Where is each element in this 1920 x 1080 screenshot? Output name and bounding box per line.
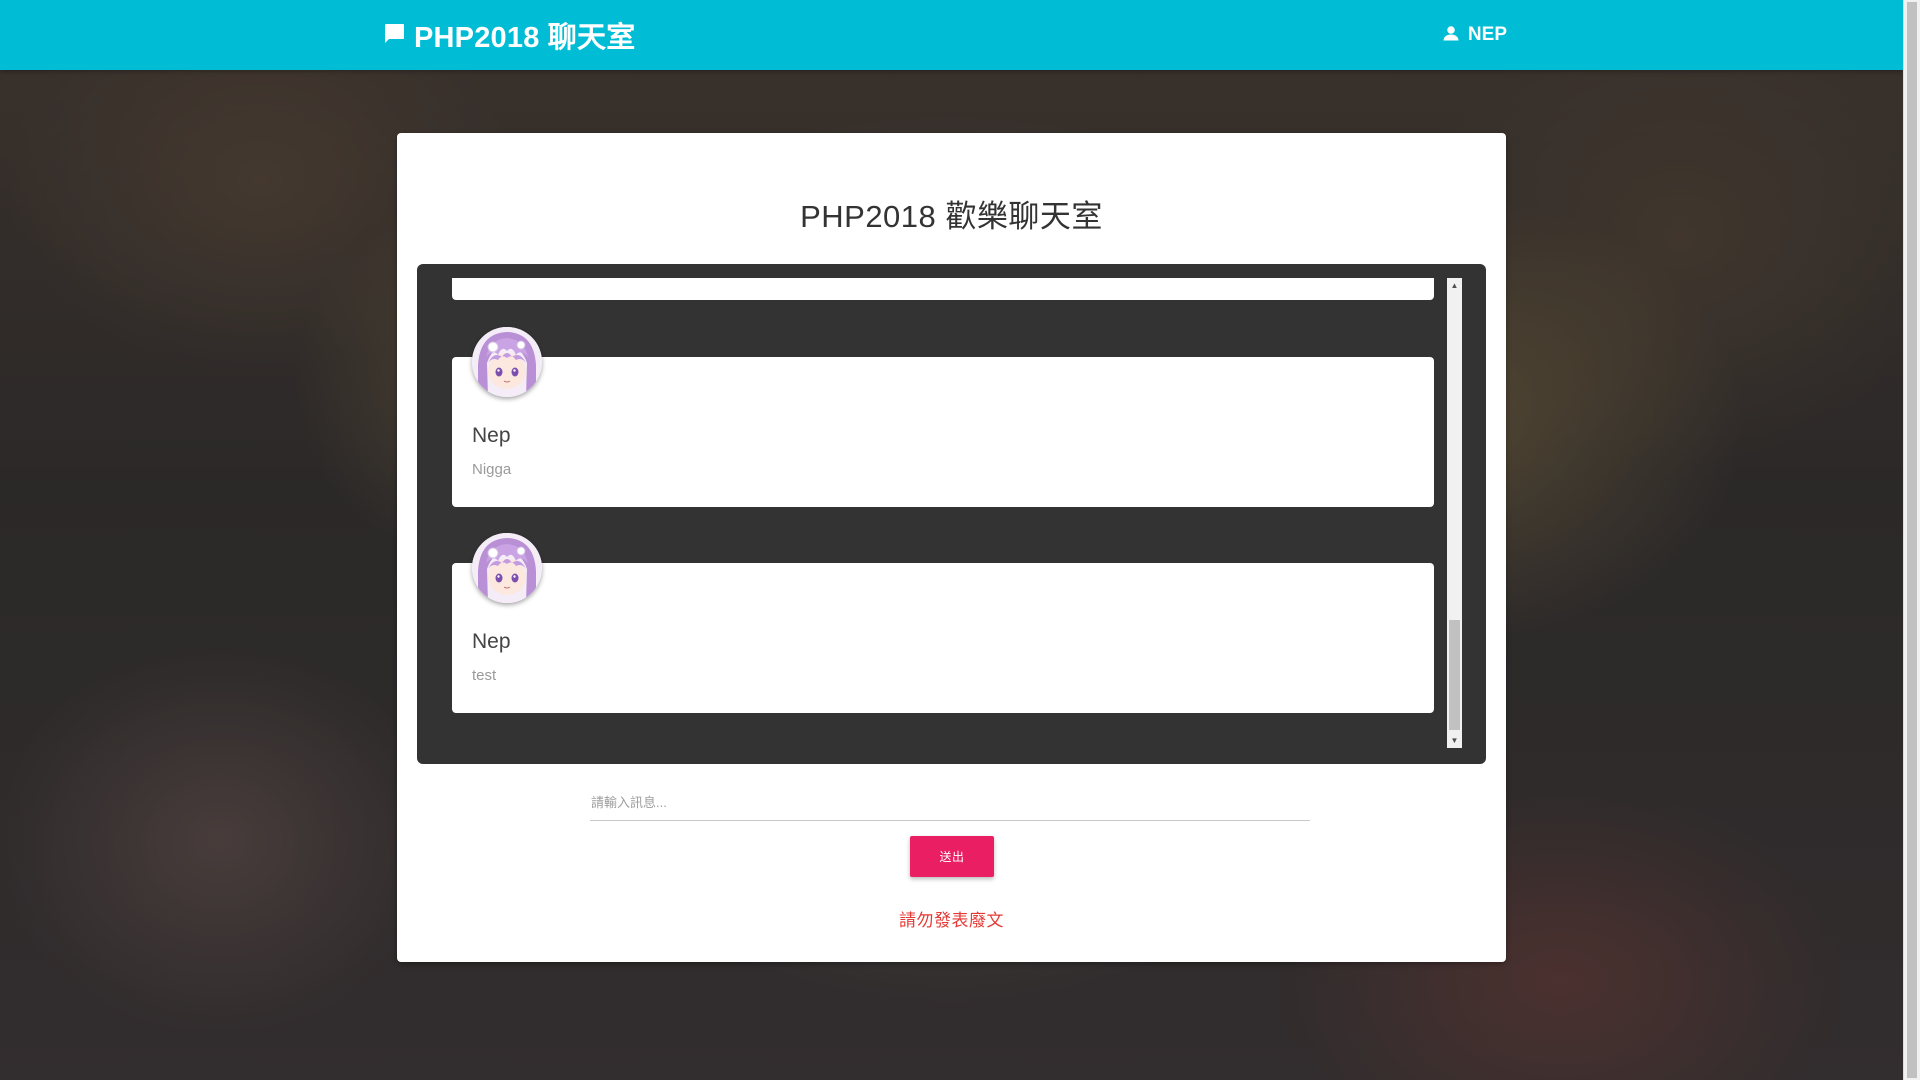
message-author: Nep [472,630,511,653]
chat-panel: Nep Nigga Nep test ▲ ▼ [417,264,1486,764]
user-menu-link[interactable]: NEP [1442,22,1507,48]
send-button[interactable]: 送出 [910,836,994,877]
message-author: Nep [472,424,511,447]
page-scrollbar[interactable] [1903,0,1920,1080]
page-title: PHP2018 歡樂聊天室 [800,199,1103,234]
warning-text: 請勿發表廢文 [899,911,1004,930]
message-card-partial [452,278,1434,300]
brand-title: PHP2018 聊天室 [414,22,636,54]
scroll-down-arrow-icon[interactable]: ▼ [1447,733,1462,748]
message-card: Nep test [452,563,1434,713]
chat-scrollbar-thumb[interactable] [1449,620,1460,730]
top-navbar: PHP2018 聊天室 NEP [0,0,1903,70]
anime-avatar-icon [472,533,542,603]
scroll-up-arrow-icon[interactable]: ▲ [1447,278,1462,293]
anime-avatar-icon [472,327,542,397]
chat-scrollbar[interactable]: ▲ ▼ [1447,278,1462,748]
page-scrollbar-thumb[interactable] [1907,2,1917,1078]
chat-card: PHP2018 歡樂聊天室 Nep Nigga Nep test ▲ ▼ 請輸入… [397,133,1506,962]
chat-message-list[interactable]: Nep Nigga Nep test [417,264,1486,764]
chat-bubble-icon [382,21,406,50]
person-icon [1442,24,1460,47]
message-text: test [472,667,497,684]
message-text: Nigga [472,461,512,478]
message-card: Nep Nigga [452,357,1434,507]
brand-link[interactable]: PHP2018 聊天室 [382,14,635,56]
user-name: NEP [1467,24,1507,45]
message-input[interactable] [590,785,1310,821]
